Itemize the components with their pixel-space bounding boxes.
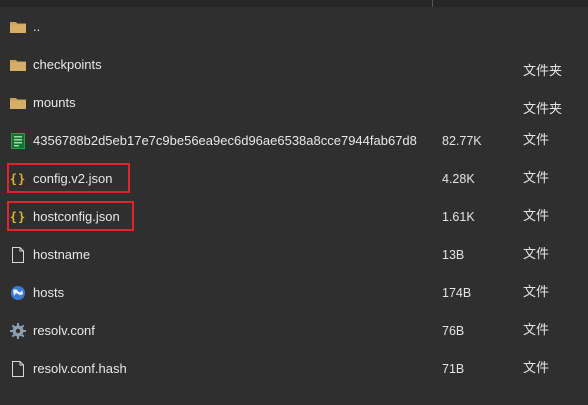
column-header-strip [0,0,588,7]
file-type: 文件 [523,209,550,224]
file-size: 13B [442,248,465,262]
list-item-checkpoints[interactable]: checkpoints 文件夹 [0,46,588,84]
file-name: resolv.conf.hash [33,361,127,376]
file-size: 174B [442,286,472,300]
file-name: mounts [33,95,76,110]
folder-icon [10,19,26,35]
file-name: hosts [33,285,65,300]
file-name: 4356788b2d5eb17e7c9be56ea9ec6d96ae6538a8… [33,133,417,148]
file-size: 4.28K [442,172,475,186]
file-icon [10,361,26,377]
folder-icon [10,95,26,111]
file-type: 文件 [523,171,550,186]
list-item-resolv-conf-hash[interactable]: resolv.conf.hash 71B 文件 [0,350,588,388]
file-list: .. checkpoints 文件夹 mounts 文件夹 4356788b2d… [0,8,588,388]
file-size: 71B [442,362,465,376]
list-item-log-file[interactable]: 4356788b2d5eb17e7c9be56ea9ec6d96ae6538a8… [0,122,588,160]
log-file-icon [10,133,26,149]
list-item-parent-folder[interactable]: .. [0,8,588,46]
file-type: 文件 [523,361,550,376]
file-name: resolv.conf [33,323,95,338]
list-item-mounts[interactable]: mounts 文件夹 [0,84,588,122]
file-name: checkpoints [33,57,102,72]
file-type: 文件 [523,133,550,148]
folder-icon [10,57,26,73]
file-icon [10,247,26,263]
list-item-hosts[interactable]: hosts 174B 文件 [0,274,588,312]
list-item-hostconfig-json[interactable]: {} hostconfig.json 1.61K 文件 [0,198,588,236]
file-size: 1.61K [442,210,475,224]
list-item-config-v2-json[interactable]: {} config.v2.json 4.28K 文件 [0,160,588,198]
file-name: config.v2.json [33,171,113,186]
list-item-hostname[interactable]: hostname 13B 文件 [0,236,588,274]
file-type: 文件 [523,247,550,262]
file-name: hostconfig.json [33,209,120,224]
column-divider[interactable] [432,0,433,7]
file-size: 76B [442,324,465,338]
file-name: hostname [33,247,91,262]
file-name: .. [33,19,41,34]
globe-icon [10,285,26,301]
list-item-resolv-conf[interactable]: resolv.conf 76B 文件 [0,312,588,350]
file-type: 文件 [523,323,550,338]
gear-icon [10,323,26,339]
json-icon: {} [9,210,27,224]
file-size: 82.77K [442,134,482,148]
file-type: 文件 [523,285,550,300]
json-icon: {} [9,172,27,186]
